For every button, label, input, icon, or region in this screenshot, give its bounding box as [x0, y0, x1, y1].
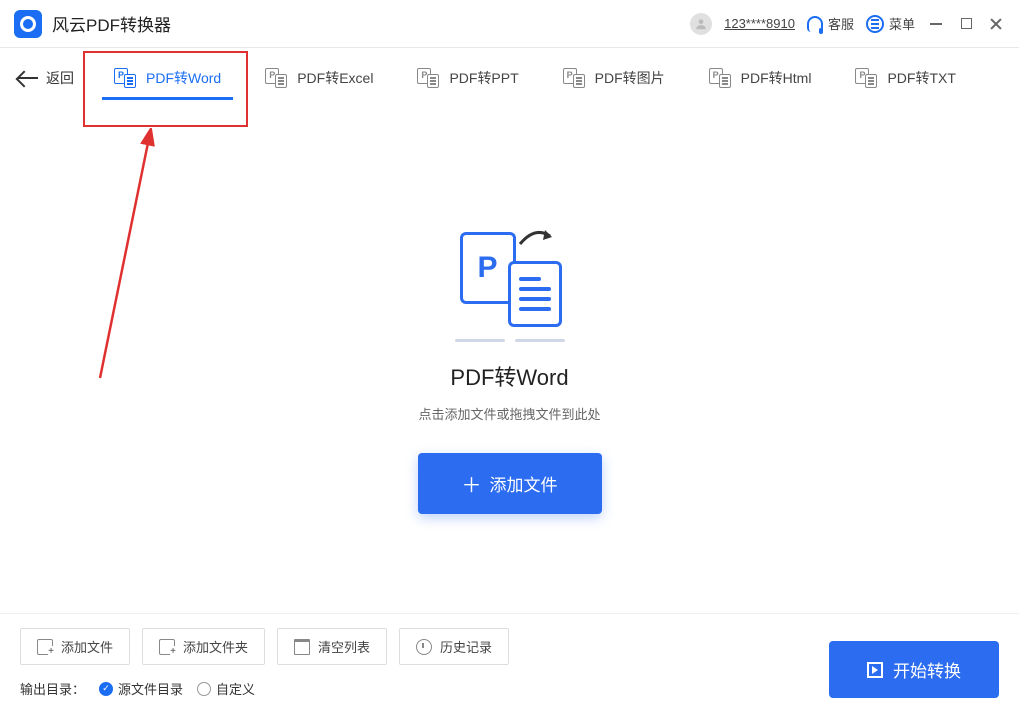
menu-icon [866, 15, 884, 33]
minimize-button[interactable] [927, 15, 945, 33]
headset-icon [807, 16, 823, 32]
tab-pdf-to-word[interactable]: P PDF转Word [92, 48, 243, 108]
tabbar: 返回 P PDF转Word P PDF转Excel P PDF转PPT P PD… [0, 48, 1019, 108]
menu-button[interactable]: 菜单 [866, 14, 915, 33]
tab-label: PDF转PPT [449, 68, 518, 88]
radio-checked-icon [99, 682, 113, 696]
tab-pdf-to-image[interactable]: P PDF转图片 [541, 48, 687, 108]
start-label: 开始转换 [893, 657, 961, 682]
tool-label: 历史记录 [440, 637, 492, 656]
back-label: 返回 [46, 68, 74, 88]
pdf-excel-icon: P [265, 68, 287, 88]
add-file-button[interactable]: ＋ 添加文件 [418, 453, 602, 514]
tool-label: 添加文件 [61, 637, 113, 656]
radio-label: 自定义 [216, 679, 255, 698]
radio-custom-dir[interactable]: 自定义 [197, 679, 255, 698]
pdf-to-word-illustration-icon: P [450, 222, 570, 332]
play-icon [867, 662, 883, 678]
support-label: 客服 [828, 14, 854, 33]
maximize-button[interactable] [957, 15, 975, 33]
output-dir-label: 输出目录： [20, 679, 85, 698]
back-button[interactable]: 返回 [18, 68, 74, 88]
folder-plus-icon [159, 639, 175, 655]
tab-pdf-to-txt[interactable]: P PDF转TXT [833, 48, 977, 108]
app-title: 风云PDF转换器 [52, 11, 171, 36]
app-logo [14, 10, 42, 38]
clock-icon [416, 639, 432, 655]
clear-list-button[interactable]: 清空列表 [277, 628, 387, 665]
file-plus-icon [37, 639, 53, 655]
tab-label: PDF转TXT [887, 68, 955, 88]
tab-label: PDF转Word [146, 68, 221, 88]
radio-label: 源文件目录 [118, 679, 183, 698]
tab-pdf-to-html[interactable]: P PDF转Html [687, 48, 834, 108]
main-title: PDF转Word [450, 360, 568, 392]
tab-pdf-to-ppt[interactable]: P PDF转PPT [395, 48, 540, 108]
pdf-html-icon: P [709, 68, 731, 88]
add-file-label: 添加文件 [490, 471, 558, 496]
arrow-left-icon [18, 77, 38, 79]
radio-source-dir[interactable]: 源文件目录 [99, 679, 183, 698]
user-avatar-icon[interactable] [690, 13, 712, 35]
trash-icon [294, 639, 310, 655]
radio-unchecked-icon [197, 682, 211, 696]
user-account-link[interactable]: 123****8910 [724, 16, 795, 31]
start-convert-button[interactable]: 开始转换 [829, 641, 999, 698]
titlebar: 风云PDF转换器 123****8910 客服 菜单 [0, 0, 1019, 48]
pdf-ppt-icon: P [417, 68, 439, 88]
tab-label: PDF转Excel [297, 68, 373, 88]
plus-icon: ＋ [462, 469, 482, 498]
menu-label: 菜单 [889, 14, 915, 33]
drop-area[interactable]: P PDF转Word 点击添加文件或拖拽文件到此处 ＋ 添加文件 [0, 130, 1019, 606]
bottom-toolbar: 添加文件 添加文件夹 清空列表 历史记录 输出目录： 源文件目录 自定义 开始转… [0, 613, 1019, 716]
tab-label: PDF转Html [741, 68, 812, 88]
close-button[interactable] [987, 15, 1005, 33]
pdf-image-icon: P [563, 68, 585, 88]
tab-label: PDF转图片 [595, 68, 665, 88]
main-hint: 点击添加文件或拖拽文件到此处 [418, 404, 600, 423]
tool-label: 清空列表 [318, 637, 370, 656]
add-file-tool-button[interactable]: 添加文件 [20, 628, 130, 665]
add-folder-tool-button[interactable]: 添加文件夹 [142, 628, 265, 665]
pdf-txt-icon: P [855, 68, 877, 88]
support-button[interactable]: 客服 [807, 14, 854, 33]
tab-pdf-to-excel[interactable]: P PDF转Excel [243, 48, 395, 108]
tool-label: 添加文件夹 [183, 637, 248, 656]
history-button[interactable]: 历史记录 [399, 628, 509, 665]
pdf-word-icon: P [114, 68, 136, 88]
